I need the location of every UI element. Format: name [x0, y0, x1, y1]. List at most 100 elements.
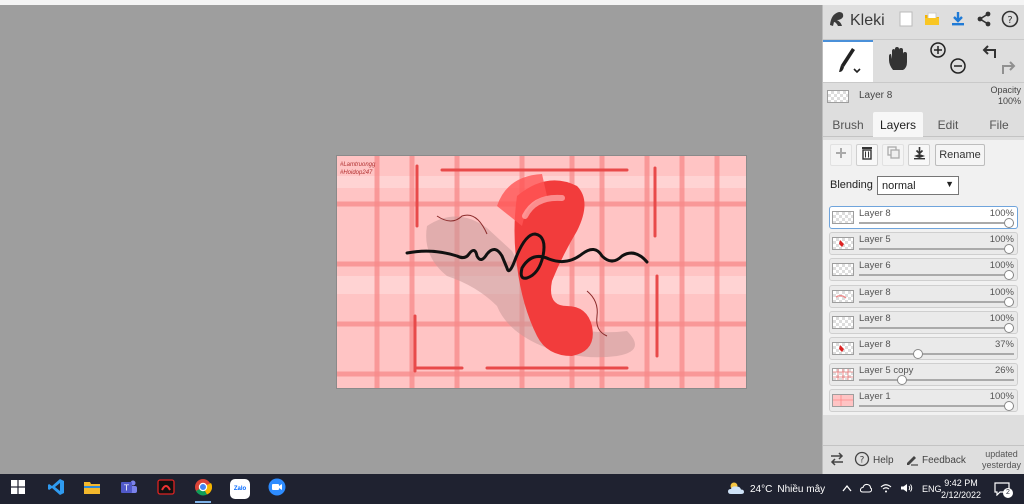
hand-icon	[886, 46, 910, 77]
merge-down-icon	[913, 146, 926, 165]
taskbar-garena[interactable]	[148, 474, 184, 504]
layer-opacity-slider[interactable]	[859, 379, 1014, 382]
weather-widget[interactable]: 24°C Nhiều mây	[727, 474, 825, 504]
notification-center-button[interactable]: 2	[994, 474, 1014, 504]
layer-row[interactable]: Layer 5 copy 26%	[829, 363, 1018, 387]
layer-row[interactable]: Layer 8 100%	[829, 284, 1018, 308]
layer-opacity: 100%	[989, 286, 1014, 298]
garena-icon	[157, 478, 175, 501]
notification-count: 2	[1003, 488, 1013, 498]
layer-thumbnail	[832, 394, 854, 408]
taskbar-teams[interactable]: T	[111, 474, 147, 504]
duplicate-layer-button[interactable]	[882, 144, 904, 166]
new-image-icon[interactable]	[896, 9, 916, 29]
panel-footer: ? Help Feedback updated yesterday	[823, 445, 1024, 474]
download-icon[interactable]	[948, 9, 968, 29]
windows-start-button[interactable]	[0, 474, 36, 504]
feedback-button[interactable]: Feedback	[905, 446, 966, 475]
blending-select[interactable]: normal ▼	[877, 176, 959, 195]
share-icon[interactable]	[974, 9, 994, 29]
tab-layers[interactable]: Layers	[873, 112, 923, 137]
help-icon[interactable]: ?	[1000, 9, 1020, 29]
layer-opacity-slider[interactable]	[859, 222, 1014, 224]
layer-opacity-knob[interactable]	[1004, 218, 1014, 228]
layer-opacity-slider[interactable]	[859, 326, 1014, 329]
layer-opacity-knob[interactable]	[1004, 296, 1014, 307]
redo-button[interactable]	[997, 58, 1019, 80]
layer-thumbnail	[832, 342, 854, 355]
right-panel: Kleki ? Layer 8 Opacity 100% Brush Layer…	[822, 5, 1024, 474]
layer-list: Layer 8 100% Layer 5 100% Layer 6 100% Layer 8…	[823, 202, 1024, 415]
layer-opacity-knob[interactable]	[1004, 401, 1014, 412]
current-layer-opacity: Opacity 100%	[990, 85, 1021, 107]
delete-layer-button[interactable]	[856, 144, 878, 166]
volume-icon[interactable]	[900, 483, 914, 496]
taskbar-chrome[interactable]	[185, 474, 221, 504]
layer-row[interactable]: Layer 5 100%	[829, 232, 1018, 256]
trash-icon	[861, 146, 873, 165]
tab-brush[interactable]: Brush	[823, 112, 873, 137]
weather-temp: 24°C	[750, 483, 773, 495]
rename-layer-button[interactable]: Rename	[935, 144, 985, 166]
help-label: Help	[873, 455, 894, 466]
hand-tool-button[interactable]	[873, 40, 923, 82]
system-tray: ENG	[842, 474, 942, 504]
blending-label: Blending	[830, 179, 873, 191]
app-name: Kleki	[850, 12, 885, 29]
canvas-workspace[interactable]: #Lamtruongg #Hoidop247	[0, 5, 822, 474]
taskbar-vscode[interactable]	[38, 474, 74, 504]
layer-opacity-slider[interactable]	[859, 405, 1014, 408]
taskbar-zalo[interactable]: Zalo	[222, 474, 258, 504]
add-layer-button[interactable]	[830, 144, 852, 166]
layer-thumbnail	[832, 289, 854, 303]
watermark-line-1: #Lamtruongg	[340, 162, 376, 168]
weather-desc: Nhiều mây	[777, 483, 826, 495]
zoom-in-button[interactable]	[927, 41, 949, 62]
layer-opacity-slider[interactable]	[859, 353, 1014, 355]
brush-tool-button[interactable]	[823, 40, 873, 82]
taskbar-file-explorer[interactable]	[74, 474, 110, 504]
blending-value: normal	[882, 179, 916, 192]
plus-icon	[835, 146, 847, 164]
kleki-logo-icon	[827, 9, 847, 34]
layer-opacity: 100%	[989, 312, 1014, 324]
merge-layer-button[interactable]	[908, 144, 930, 166]
panel-tabs: Brush Layers Edit File	[823, 112, 1024, 137]
clock-time: 9:42 PM	[944, 478, 978, 488]
tab-edit[interactable]: Edit	[923, 112, 973, 137]
layer-row[interactable]: Layer 8 37%	[829, 337, 1018, 360]
layer-row[interactable]: Layer 8 100%	[829, 310, 1018, 334]
current-layer-name: Layer 8	[859, 90, 893, 101]
chevron-up-icon[interactable]	[842, 484, 852, 495]
help-button[interactable]: ? Help	[854, 446, 894, 475]
canvas-artwork	[337, 156, 746, 388]
layer-opacity-knob[interactable]	[1004, 270, 1014, 281]
update-status[interactable]: updated yesterday	[982, 449, 1021, 471]
layer-opacity-slider[interactable]	[859, 300, 1014, 303]
layer-opacity-slider[interactable]	[859, 274, 1014, 277]
feedback-pen-icon	[905, 452, 919, 469]
opacity-value: 100%	[997, 96, 1021, 106]
cloud-sync-icon[interactable]	[859, 483, 873, 496]
layer-opacity-knob[interactable]	[912, 349, 923, 359]
taskbar-zoom[interactable]	[259, 474, 295, 504]
layer-thumbnail	[832, 237, 854, 251]
taskbar-clock[interactable]: 9:42 PM 2/12/2022	[933, 477, 989, 501]
zoom-out-button[interactable]	[947, 57, 969, 78]
layer-row[interactable]: Layer 6 100%	[829, 258, 1018, 282]
tab-file[interactable]: File	[973, 112, 1024, 137]
open-folder-icon[interactable]	[922, 9, 942, 29]
drawing-canvas[interactable]: #Lamtruongg #Hoidop247	[336, 155, 747, 389]
layer-name: Layer 8	[859, 208, 891, 219]
layer-opacity-knob[interactable]	[1004, 322, 1014, 333]
layer-opacity-slider[interactable]	[859, 248, 1014, 251]
layer-opacity-knob[interactable]	[1004, 244, 1014, 255]
layer-row[interactable]: Layer 8 100%	[829, 206, 1018, 229]
wifi-icon[interactable]	[880, 483, 892, 496]
file-explorer-icon	[83, 479, 101, 500]
duplicate-icon	[886, 146, 900, 164]
layer-opacity-knob[interactable]	[896, 375, 907, 386]
layer-row[interactable]: Layer 1 100%	[829, 389, 1018, 413]
swap-panel-button[interactable]	[829, 446, 845, 475]
svg-text:?: ?	[860, 456, 865, 466]
